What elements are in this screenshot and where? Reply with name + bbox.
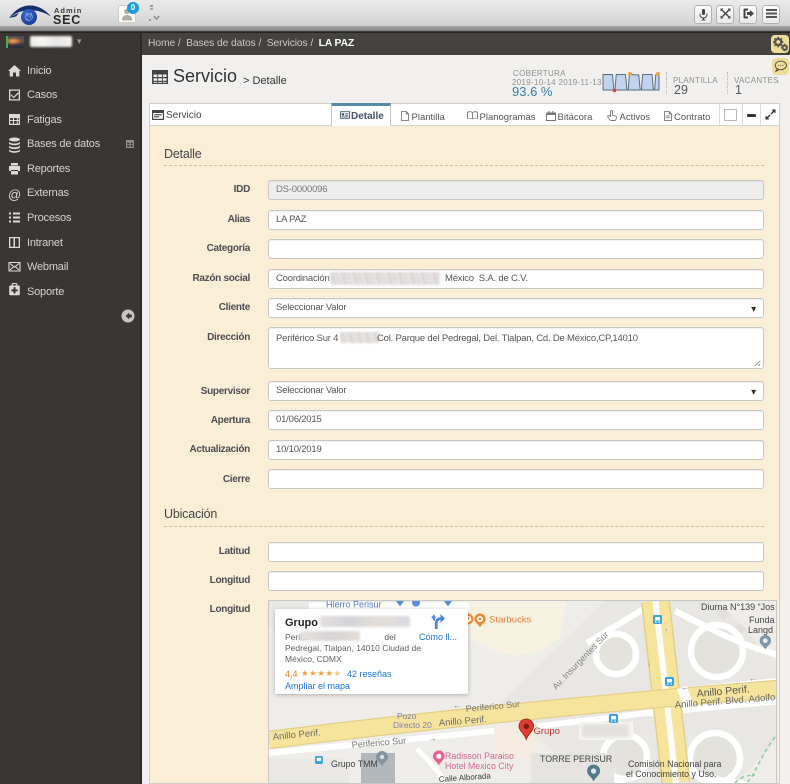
svg-text:→: → <box>429 734 437 743</box>
svg-text:TORRE PERISUR: TORRE PERISUR <box>540 754 612 764</box>
svg-text:Funda: Funda <box>749 615 775 625</box>
svg-text:Directo 20: Directo 20 <box>393 720 432 730</box>
svg-text:←: ← <box>681 683 689 692</box>
svg-text:Hotel Mexico City: Hotel Mexico City <box>445 761 514 771</box>
svg-text:@: @ <box>8 187 21 202</box>
svg-text:Comisión Nacional para: Comisión Nacional para <box>628 759 721 769</box>
svg-text:el Conocimiento y Uso.: el Conocimiento y Uso. <box>626 769 716 779</box>
svg-text:Langd: Langd <box>748 625 773 635</box>
svg-text:Grupo: Grupo <box>534 726 560 737</box>
svg-text:Starbucks: Starbucks <box>489 615 531 626</box>
svg-text:Diurna N°139 “Jos: Diurna N°139 “Jos <box>701 602 775 612</box>
svg-text:↑: ↑ <box>664 626 668 635</box>
svg-text:←: ← <box>453 701 461 710</box>
svg-text:←: ← <box>749 674 757 683</box>
svg-text:Radisson Paraiso: Radisson Paraiso <box>445 751 514 761</box>
svg-text:↓: ↓ <box>647 659 651 668</box>
svg-text:Grupo TMM: Grupo TMM <box>331 759 378 769</box>
